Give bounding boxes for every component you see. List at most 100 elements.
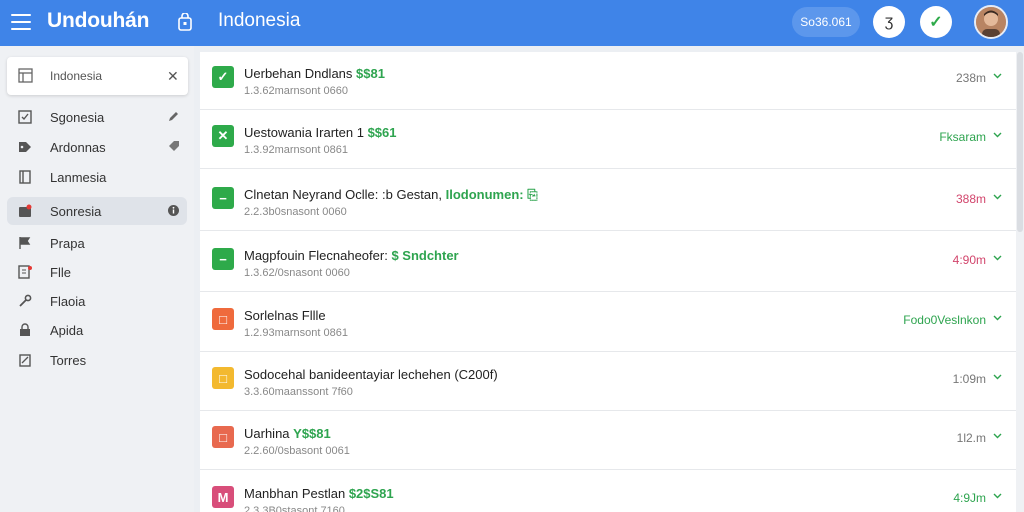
list-item-subtitle: 2.2.60/0sbasont 0061 (244, 445, 350, 457)
wrench-icon (19, 294, 32, 307)
checkbox-icon (18, 110, 32, 124)
list-item-meta: 1l2.m (956, 431, 986, 445)
list-item[interactable]: □ Sodocehal banideentayiar lechehen (C200… (200, 353, 1016, 411)
sidebar-item-torres[interactable]: Torres (7, 346, 187, 374)
sidebar-item-flaoia[interactable]: Flaoia (7, 287, 187, 315)
sidebar-item-label: Ardonnas (50, 140, 106, 155)
chevron-down-icon[interactable] (992, 129, 1003, 140)
list-item[interactable]: M Manbhan Pestlan $2$S81 2.3.3B0stasont 71… (200, 472, 1016, 512)
list-item-title: Uarhina Y$$81 (244, 426, 331, 441)
notification-button[interactable]: ʒ (873, 6, 905, 38)
clear-icon[interactable]: ✕ (167, 68, 179, 85)
list-item[interactable]: ✓ Uerbehan Dndlans $$81 1.3.62marnsont 066… (200, 52, 1016, 110)
file-type-icon: □ (212, 367, 234, 389)
list-item[interactable]: □ Sorlelnas Fllle 1.2.93marnsont 0861 Fodo… (200, 294, 1016, 352)
file-type-icon: ✕ (212, 125, 234, 147)
list-item-title: Magpfouin Flecnaheofer: $ Sndchter (244, 248, 459, 263)
info-icon[interactable] (167, 204, 180, 217)
sidebar-item-label: Sonresia (50, 204, 102, 219)
app-title: Undouhán (47, 9, 150, 32)
chevron-down-icon[interactable] (992, 371, 1003, 382)
label-icon[interactable] (167, 140, 180, 153)
sidebar-item-label: Sgonesia (50, 110, 105, 125)
pencil-icon[interactable] (167, 110, 180, 123)
list-item-title: Sodocehal banideentayiar lechehen (C200f… (244, 367, 498, 382)
list-item-tag: $$81 (356, 66, 385, 81)
check-icon: ✓ (929, 14, 943, 31)
list-item-subtitle: 1.2.93marnsont 0861 (244, 327, 348, 339)
list-item-title-text: Manbhan Pestlan (244, 486, 346, 501)
list-item-subtitle: 1.3.62/0snasont 0060 (244, 267, 350, 279)
file-type-icon: − (212, 248, 234, 270)
book-icon (19, 170, 31, 184)
chevron-down-icon[interactable] (992, 312, 1003, 323)
sidebar-item-label: Flaoia (50, 294, 86, 309)
chevron-down-icon[interactable] (992, 490, 1003, 501)
sidebar-item-label: Torres (50, 353, 87, 368)
sidebar-item-sonresia[interactable]: Sonresia (7, 197, 187, 225)
status-button[interactable]: ✓ (920, 6, 952, 38)
avatar[interactable] (974, 5, 1008, 39)
sidebar-item-lanmesia[interactable]: Lanmesia (7, 163, 187, 191)
file-type-icon: □ (212, 308, 234, 330)
list-item-title: Sorlelnas Fllle (244, 308, 326, 323)
sidebar-item-prapa[interactable]: Prapa (7, 229, 187, 257)
menu-icon[interactable] (11, 14, 31, 30)
bag-icon[interactable] (177, 13, 193, 31)
list-item-title: Uerbehan Dndlans $$81 (244, 66, 385, 81)
list-item-title-text: Uestowania Irarten 1 (244, 125, 364, 140)
list-item-title-text: Sorlelnas Fllle (244, 308, 326, 323)
chevron-down-icon[interactable] (992, 430, 1003, 441)
sidebar-item-label: Flle (50, 265, 71, 280)
list-item-tag: Ilodonumen: ⎘ (445, 187, 538, 202)
list-item-subtitle: 3.3.60maanssont 7f60 (244, 386, 353, 398)
list-item-tag: $$61 (367, 125, 397, 140)
chevron-down-icon[interactable] (992, 191, 1003, 202)
scrollbar[interactable] (1016, 52, 1024, 512)
list-item[interactable]: ✕ Uestowania Irarten 1 $$61 1.3.92marnsont… (200, 111, 1016, 169)
scrollbar-thumb[interactable] (1017, 52, 1023, 232)
list-item-title-text: Uerbehan Dndlans (244, 66, 353, 81)
list-item-meta: Fodo0Veslnkon (903, 313, 986, 327)
sidebar-search[interactable]: Indonesia ✕ (7, 57, 188, 95)
list-item-subtitle: 1.3.62marnsont 0660 (244, 85, 348, 97)
file-type-icon: − (212, 187, 234, 209)
folder-alert-icon (19, 204, 32, 217)
list-item-title-text: Uarhina (244, 426, 290, 441)
sidebar-item-ardonnas[interactable]: Ardonnas (7, 133, 187, 161)
list-item-tag: $2$S81 (348, 486, 394, 501)
region-label: Indonesia (218, 10, 301, 31)
list-item-meta: 1:09m (952, 372, 986, 386)
sidebar-item-apida[interactable]: Apida (7, 316, 187, 344)
list-item-title-text: Sodocehal banideentayiar lechehen (C200f… (244, 367, 498, 382)
list-item[interactable]: − Clnetan Neyrand Oclle: :b Gestan, Ilodo… (200, 173, 1016, 231)
list-item-tag: $ Sndchter (391, 248, 459, 263)
clipboard-icon (19, 354, 31, 367)
list-item-title-text: Clnetan Neyrand Oclle: :b Gestan, (244, 187, 442, 202)
hook-icon: ʒ (884, 13, 894, 30)
calendar-icon (18, 68, 33, 83)
list-item-meta: Fksaram (939, 130, 986, 144)
tag-icon (19, 142, 31, 152)
file-type-icon: M (212, 486, 234, 508)
list-item-title: Clnetan Neyrand Oclle: :b Gestan, Ilodon… (244, 187, 538, 203)
sidebar-item-flle[interactable]: Flle (7, 258, 187, 286)
list-item-subtitle: 1.3.92marnsont 0861 (244, 144, 348, 156)
sidebar-item-sgonesia[interactable]: Sgonesia (7, 103, 187, 131)
list-item[interactable]: □ Uarhina Y$$81 2.2.60/0sbasont 0061 1l2.m (200, 412, 1016, 470)
list-item-meta: 4:9Jm (953, 491, 986, 505)
user-avatar-icon (976, 7, 1006, 37)
list-item-subtitle: 2.2.3b0snasont 0060 (244, 206, 347, 218)
list-item-title: Uestowania Irarten 1 $$61 (244, 125, 397, 140)
chevron-down-icon[interactable] (992, 70, 1003, 81)
list-item[interactable]: − Magpfouin Flecnaheofer: $ Sndchter 1.3.6… (200, 234, 1016, 292)
file-type-icon: ✓ (212, 66, 234, 88)
list-item-meta: 238m (955, 71, 986, 85)
search-chip[interactable]: So36.061 (792, 7, 860, 37)
chevron-down-icon[interactable] (992, 252, 1003, 263)
list-item-meta: 388m (955, 192, 986, 206)
sidebar-item-label: Prapa (50, 236, 85, 251)
sidebar: Indonesia ✕ Sgonesia Ardonnas Lanmesia S… (0, 46, 194, 512)
file-list: ✓ Uerbehan Dndlans $$81 1.3.62marnsont 066… (200, 52, 1016, 512)
sidebar-search-value: Indonesia (50, 69, 103, 83)
